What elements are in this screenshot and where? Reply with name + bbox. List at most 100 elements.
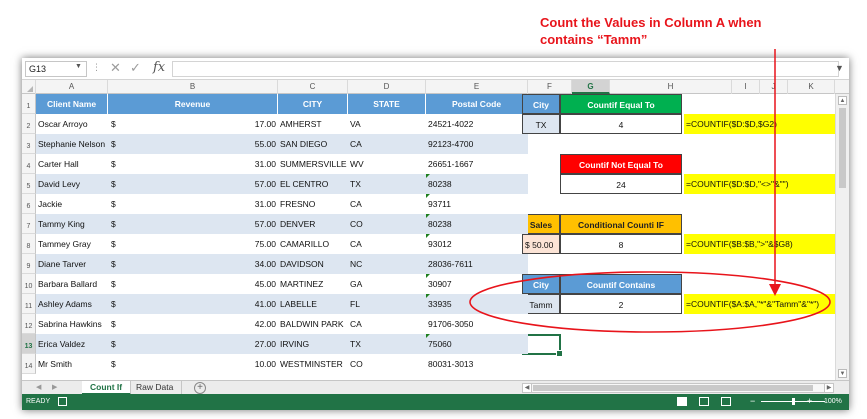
column-header-i[interactable]: I	[732, 80, 760, 94]
table-cell-city[interactable]: BALDWIN PARK	[278, 314, 348, 334]
header-client-name[interactable]: Client Name	[36, 94, 108, 114]
conditional-result[interactable]: 8	[560, 234, 682, 254]
table-cell-postal[interactable]: 92123-4700	[426, 134, 528, 154]
table-cell-state[interactable]: GA	[348, 274, 426, 294]
contains-title[interactable]: Countif Contains	[560, 274, 682, 294]
not-equal-title[interactable]: Countif Not Equal To	[560, 154, 682, 174]
table-cell-city[interactable]: SUMMERSVILLE	[278, 154, 348, 174]
table-cell-postal[interactable]: 28036-7611	[426, 254, 528, 274]
table-cell-name[interactable]: Tammy King	[36, 214, 108, 234]
horizontal-scrollbar[interactable]: ◀ ▶	[522, 383, 834, 393]
select-all-corner[interactable]	[22, 80, 36, 94]
row-header-5[interactable]: 5	[22, 174, 36, 194]
not-equal-formula[interactable]: =COUNTIF($D:$D,"<>"&"")	[684, 174, 846, 194]
formula-input[interactable]	[172, 61, 839, 77]
zoom-in-button[interactable]: +	[807, 395, 812, 408]
table-cell-revenue[interactable]: $27.00	[108, 334, 278, 354]
scroll-up-icon[interactable]: ▲	[838, 96, 847, 105]
add-sheet-icon[interactable]: +	[194, 382, 206, 394]
cell-grid[interactable]: Client Name Revenue CITY STATE Postal Co…	[36, 94, 849, 380]
table-cell-revenue[interactable]: $34.00	[108, 254, 278, 274]
table-cell-postal[interactable]: 80031-3013	[426, 354, 528, 374]
table-cell-city[interactable]: SAN DIEGO	[278, 134, 348, 154]
table-cell-postal[interactable]: 24521-4022	[426, 114, 528, 134]
column-header-g[interactable]: G	[572, 80, 610, 94]
normal-view-icon[interactable]	[677, 397, 687, 406]
page-break-view-icon[interactable]	[721, 397, 731, 406]
table-cell-revenue[interactable]: $42.00	[108, 314, 278, 334]
table-cell-postal[interactable]: 80238	[426, 214, 528, 234]
page-layout-view-icon[interactable]	[699, 397, 709, 406]
table-cell-city[interactable]: MARTINEZ	[278, 274, 348, 294]
table-cell-postal[interactable]: 26651-1667	[426, 154, 528, 174]
horizontal-scroll-thumb[interactable]	[533, 385, 813, 391]
table-cell-state[interactable]: WV	[348, 154, 426, 174]
row-header-4[interactable]: 4	[22, 154, 36, 174]
row-header-13[interactable]: 13	[22, 334, 36, 354]
check-icon[interactable]: ✓	[130, 60, 141, 76]
table-cell-state[interactable]: NC	[348, 254, 426, 274]
table-cell-postal[interactable]: 80238	[426, 174, 528, 194]
header-revenue[interactable]: Revenue	[108, 94, 278, 114]
column-header-k[interactable]: K	[788, 80, 835, 94]
table-cell-state[interactable]: TX	[348, 174, 426, 194]
scroll-right-icon[interactable]: ▶	[824, 384, 833, 392]
contains-result[interactable]: 2	[560, 294, 682, 314]
table-cell-name[interactable]: Oscar Arroyo	[36, 114, 108, 134]
column-header-b[interactable]: B	[108, 80, 278, 94]
header-state[interactable]: STATE	[348, 94, 426, 114]
table-cell-revenue[interactable]: $31.00	[108, 194, 278, 214]
table-cell-name[interactable]: Jackie	[36, 194, 108, 214]
table-cell-postal[interactable]: 91706-3050	[426, 314, 528, 334]
table-cell-city[interactable]: EL CENTRO	[278, 174, 348, 194]
fx-icon[interactable]: fx	[153, 60, 165, 75]
table-cell-revenue[interactable]: $57.00	[108, 214, 278, 234]
table-cell-state[interactable]: CO	[348, 214, 426, 234]
equal-criteria-label[interactable]: City	[522, 94, 560, 114]
row-header-11[interactable]: 11	[22, 294, 36, 314]
row-header-7[interactable]: 7	[22, 214, 36, 234]
header-postal-code[interactable]: Postal Code	[426, 94, 528, 114]
table-cell-city[interactable]: IRVING	[278, 334, 348, 354]
zoom-slider-knob[interactable]	[792, 398, 795, 405]
table-cell-name[interactable]: David Levy	[36, 174, 108, 194]
conditional-title[interactable]: Conditional Counti IF	[560, 214, 682, 234]
row-header-6[interactable]: 6	[22, 194, 36, 214]
table-cell-state[interactable]: CA	[348, 134, 426, 154]
vertical-scroll-thumb[interactable]	[839, 108, 846, 188]
table-cell-revenue[interactable]: $75.00	[108, 234, 278, 254]
name-box-dropdown-icon[interactable]: ▼	[75, 63, 82, 70]
table-cell-city[interactable]: WESTMINSTER	[278, 354, 348, 374]
table-cell-name[interactable]: Carter Hall	[36, 154, 108, 174]
table-cell-city[interactable]: DENVER	[278, 214, 348, 234]
table-cell-city[interactable]: AMHERST	[278, 114, 348, 134]
table-cell-revenue[interactable]: $45.00	[108, 274, 278, 294]
table-cell-name[interactable]: Barbara Ballard	[36, 274, 108, 294]
column-header-h[interactable]: H	[610, 80, 732, 94]
conditional-formula[interactable]: =COUNTIF($B:$B,">"&$G8)	[684, 234, 846, 254]
table-cell-city[interactable]: LABELLE	[278, 294, 348, 314]
table-cell-name[interactable]: Erica Valdez	[36, 334, 108, 354]
header-city[interactable]: CITY	[278, 94, 348, 114]
table-cell-state[interactable]: CO	[348, 354, 426, 374]
sheet-tab-count-if[interactable]: Count If	[82, 381, 132, 395]
zoom-level[interactable]: 100%	[824, 396, 842, 408]
column-header-f[interactable]: F	[528, 80, 572, 94]
row-header-10[interactable]: 10	[22, 274, 36, 294]
column-header-d[interactable]: D	[348, 80, 426, 94]
table-cell-state[interactable]: FL	[348, 294, 426, 314]
equal-formula[interactable]: =COUNTIF($D:$D,$G2)	[684, 114, 846, 134]
row-header-2[interactable]: 2	[22, 114, 36, 134]
table-cell-city[interactable]: CAMARILLO	[278, 234, 348, 254]
row-header-12[interactable]: 12	[22, 314, 36, 334]
table-cell-revenue[interactable]: $31.00	[108, 154, 278, 174]
table-cell-name[interactable]: Tammey Gray	[36, 234, 108, 254]
zoom-slider[interactable]	[761, 398, 825, 405]
row-header-1[interactable]: 1	[22, 94, 36, 114]
scroll-left-icon[interactable]: ◀	[523, 384, 532, 392]
table-cell-state[interactable]: VA	[348, 114, 426, 134]
previous-sheet-icon[interactable]: ◀	[36, 381, 41, 395]
table-cell-revenue[interactable]: $10.00	[108, 354, 278, 374]
row-header-14[interactable]: 14	[22, 354, 36, 374]
macro-record-icon[interactable]	[58, 397, 67, 406]
